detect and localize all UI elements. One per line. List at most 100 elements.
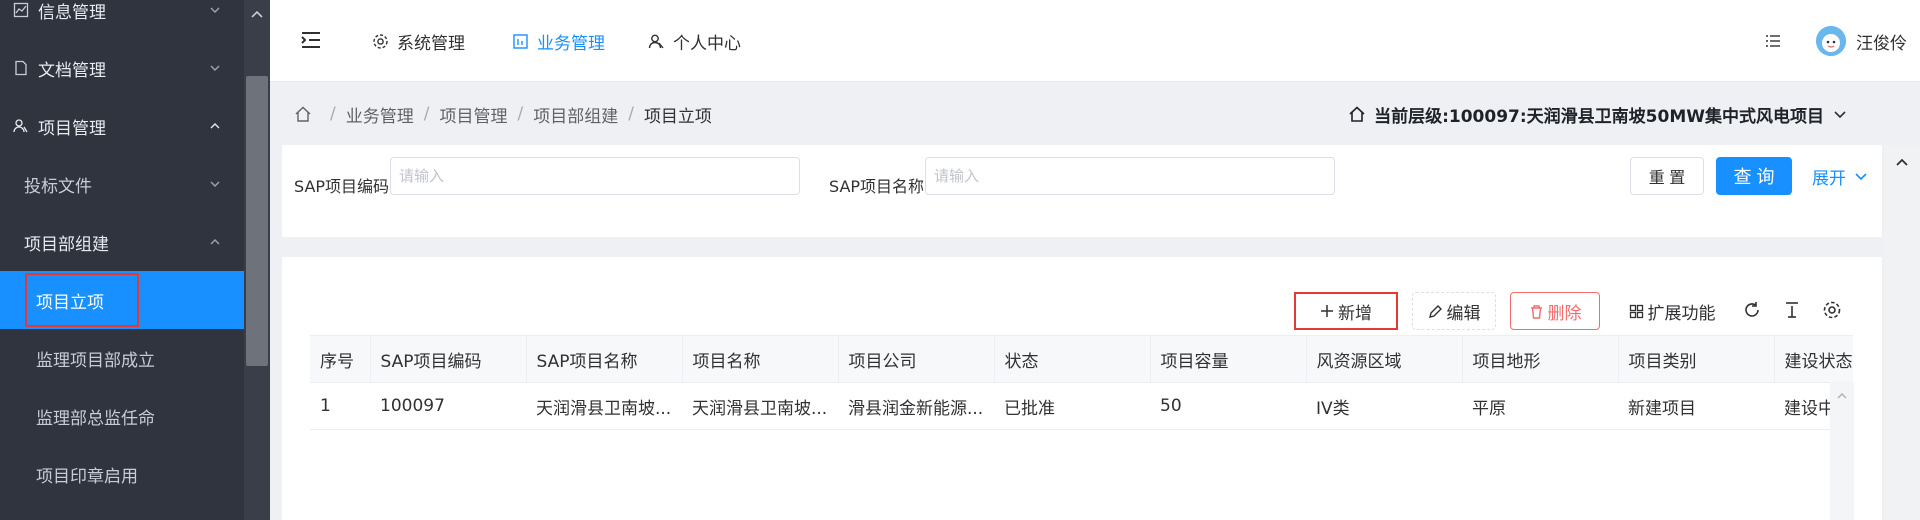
trash-icon [1530, 304, 1542, 319]
reset-button[interactable]: 重 置 [1630, 157, 1704, 195]
current-level-text: 当前层级:100097:天润滑县卫南坡50MW集中式风电项目 [1374, 106, 1824, 127]
table-cell: 1 [310, 382, 370, 430]
home-icon[interactable] [294, 105, 312, 123]
query-button[interactable]: 查 询 [1716, 157, 1792, 195]
table-cell: 滑县润金新能源... [838, 382, 994, 430]
sidebar-item-label: 监理项目部成立 [36, 350, 155, 371]
sidebar-item-label: 监理部总监任命 [36, 408, 155, 429]
table-cell: 新建项目 [1618, 382, 1774, 430]
sidebar-item-project-dept-setup[interactable]: 项目部组建 [0, 213, 244, 271]
breadcrumb-separator: / [517, 104, 524, 124]
chevron-down-icon [210, 65, 220, 71]
sidebar-item-document-management[interactable]: 文档管理 [0, 39, 244, 97]
sidebar: 信息管理 文档管理 项目管理 投标文件 项目部组建 项目立项 监理项目部成立 监… [0, 0, 270, 520]
document-icon [12, 59, 30, 77]
gear-icon [373, 33, 388, 49]
search-panel: SAP项目编码 SAP项目名称 重 置 查 询 展开 [282, 145, 1882, 237]
username[interactable]: 汪俊伶 [1856, 0, 1907, 82]
tab-label: 个人中心 [673, 33, 741, 54]
delete-button-label: 删除 [1547, 303, 1582, 324]
sap-code-input[interactable] [390, 157, 800, 195]
scroll-up-icon[interactable] [248, 6, 266, 24]
table-cell: 50 [1150, 382, 1306, 430]
column-header[interactable]: SAP项目编码 [370, 335, 527, 383]
tab-system-management[interactable]: 系统管理 [372, 0, 465, 82]
table-header-row: 序号 SAP项目编码 SAP项目名称 项目名称 项目公司 状态 项目容量 风资源… [310, 335, 1853, 383]
sidebar-item-info-management[interactable]: 信息管理 [0, 0, 244, 39]
current-level-selector[interactable]: 当前层级:100097:天润滑县卫南坡50MW集中式风电项目 [1348, 92, 1856, 136]
column-header[interactable]: 建设状态 [1774, 335, 1853, 383]
main-scrollbar[interactable] [1884, 145, 1920, 520]
sap-code-label: SAP项目编码 [294, 177, 390, 196]
tab-label: 业务管理 [537, 33, 605, 54]
expand-label: 展开 [1812, 168, 1846, 189]
extend-functions-label: 扩展功能 [1647, 303, 1716, 324]
column-header[interactable]: 序号 [310, 335, 371, 383]
scroll-up-icon[interactable] [1892, 153, 1912, 173]
edit-button-label: 编辑 [1446, 303, 1481, 324]
chevron-up-icon [210, 239, 220, 245]
avatar-icon [1816, 26, 1846, 56]
sidebar-item-bid-documents[interactable]: 投标文件 [0, 155, 244, 213]
column-header[interactable]: SAP项目名称 [526, 335, 683, 383]
table-cell: 平原 [1462, 382, 1618, 430]
column-header[interactable]: 项目公司 [838, 335, 995, 383]
refresh-icon[interactable] [1742, 300, 1762, 320]
sidebar-item-project-seal-enable[interactable]: 项目印章启用 [0, 445, 244, 503]
breadcrumb-current: 项目立项 [643, 106, 712, 127]
top-navbar: 系统管理 业务管理 个人中心 汪俊伶 [270, 0, 1920, 82]
table-scrollbar[interactable] [1830, 382, 1854, 520]
menu-collapse-icon[interactable] [300, 30, 322, 50]
column-header[interactable]: 状态 [994, 335, 1151, 383]
avatar[interactable] [1816, 26, 1846, 56]
scroll-up-icon[interactable] [1834, 388, 1850, 404]
chevron-down-icon [1834, 111, 1846, 119]
user-icon [648, 34, 664, 48]
sidebar-item-label: 投标文件 [24, 176, 92, 197]
table-cell: IV类 [1306, 382, 1462, 430]
sidebar-item-label: 项目部组建 [24, 234, 109, 255]
extend-functions-button[interactable]: 扩展功能 [1620, 292, 1724, 330]
chevron-down-icon [210, 7, 220, 13]
gear-icon[interactable] [1822, 300, 1842, 320]
sidebar-item-label: 项目立项 [36, 292, 104, 313]
breadcrumb-separator: / [628, 104, 634, 124]
sidebar-item-label: 信息管理 [38, 2, 106, 23]
table-row[interactable]: 1 100097 天润滑县卫南坡... 天润滑县卫南坡... 滑县润金新能源..… [310, 382, 1853, 430]
sidebar-item-supervision-dept-established[interactable]: 监理项目部成立 [0, 329, 244, 387]
table-cell: 天润滑县卫南坡... [526, 382, 682, 430]
table-cell: 100097 [370, 382, 526, 430]
edit-button[interactable]: 编辑 [1412, 292, 1496, 330]
breadcrumb-item[interactable]: 项目管理 [439, 102, 507, 127]
delete-button[interactable]: 删除 [1510, 292, 1600, 330]
breadcrumb-separator: / [330, 104, 336, 124]
column-header[interactable]: 项目地形 [1462, 335, 1619, 383]
add-button-label: 新增 [1338, 303, 1372, 324]
sidebar-item-project-approval[interactable]: 项目立项 [0, 271, 244, 329]
chevron-down-icon [1855, 173, 1867, 181]
sidebar-item-chief-supervisor-appointment[interactable]: 监理部总监任命 [0, 387, 244, 445]
add-button[interactable]: 新增 [1294, 292, 1398, 330]
sidebar-item-project-management[interactable]: 项目管理 [0, 97, 244, 155]
sidebar-item-label: 项目管理 [38, 118, 106, 139]
breadcrumb: / 业务管理 / 项目管理 / 项目部组建 / 项目立项 当前层级:100097… [282, 92, 1882, 136]
table-cell: 已批准 [994, 382, 1150, 430]
column-header[interactable]: 项目类别 [1618, 335, 1775, 383]
column-height-icon[interactable] [1782, 300, 1802, 320]
home-icon [1349, 106, 1365, 122]
tab-business-management[interactable]: 业务管理 [512, 0, 605, 82]
chevron-up-icon [210, 123, 220, 129]
column-header[interactable]: 风资源区域 [1306, 335, 1463, 383]
column-header[interactable]: 项目名称 [682, 335, 839, 383]
breadcrumb-item[interactable]: 业务管理 [346, 102, 414, 127]
breadcrumb-item[interactable]: 项目部组建 [533, 102, 618, 127]
user-group-icon [12, 117, 30, 135]
tab-personal-center[interactable]: 个人中心 [648, 0, 741, 82]
column-header[interactable]: 项目容量 [1150, 335, 1307, 383]
sidebar-item-label: 文档管理 [38, 60, 106, 81]
sap-name-input[interactable] [925, 157, 1335, 195]
sidebar-scrollbar-thumb[interactable] [246, 76, 268, 366]
list-menu-icon[interactable] [1765, 33, 1781, 49]
expand-toggle[interactable]: 展开 [1812, 157, 1868, 195]
tab-label: 系统管理 [397, 33, 465, 54]
